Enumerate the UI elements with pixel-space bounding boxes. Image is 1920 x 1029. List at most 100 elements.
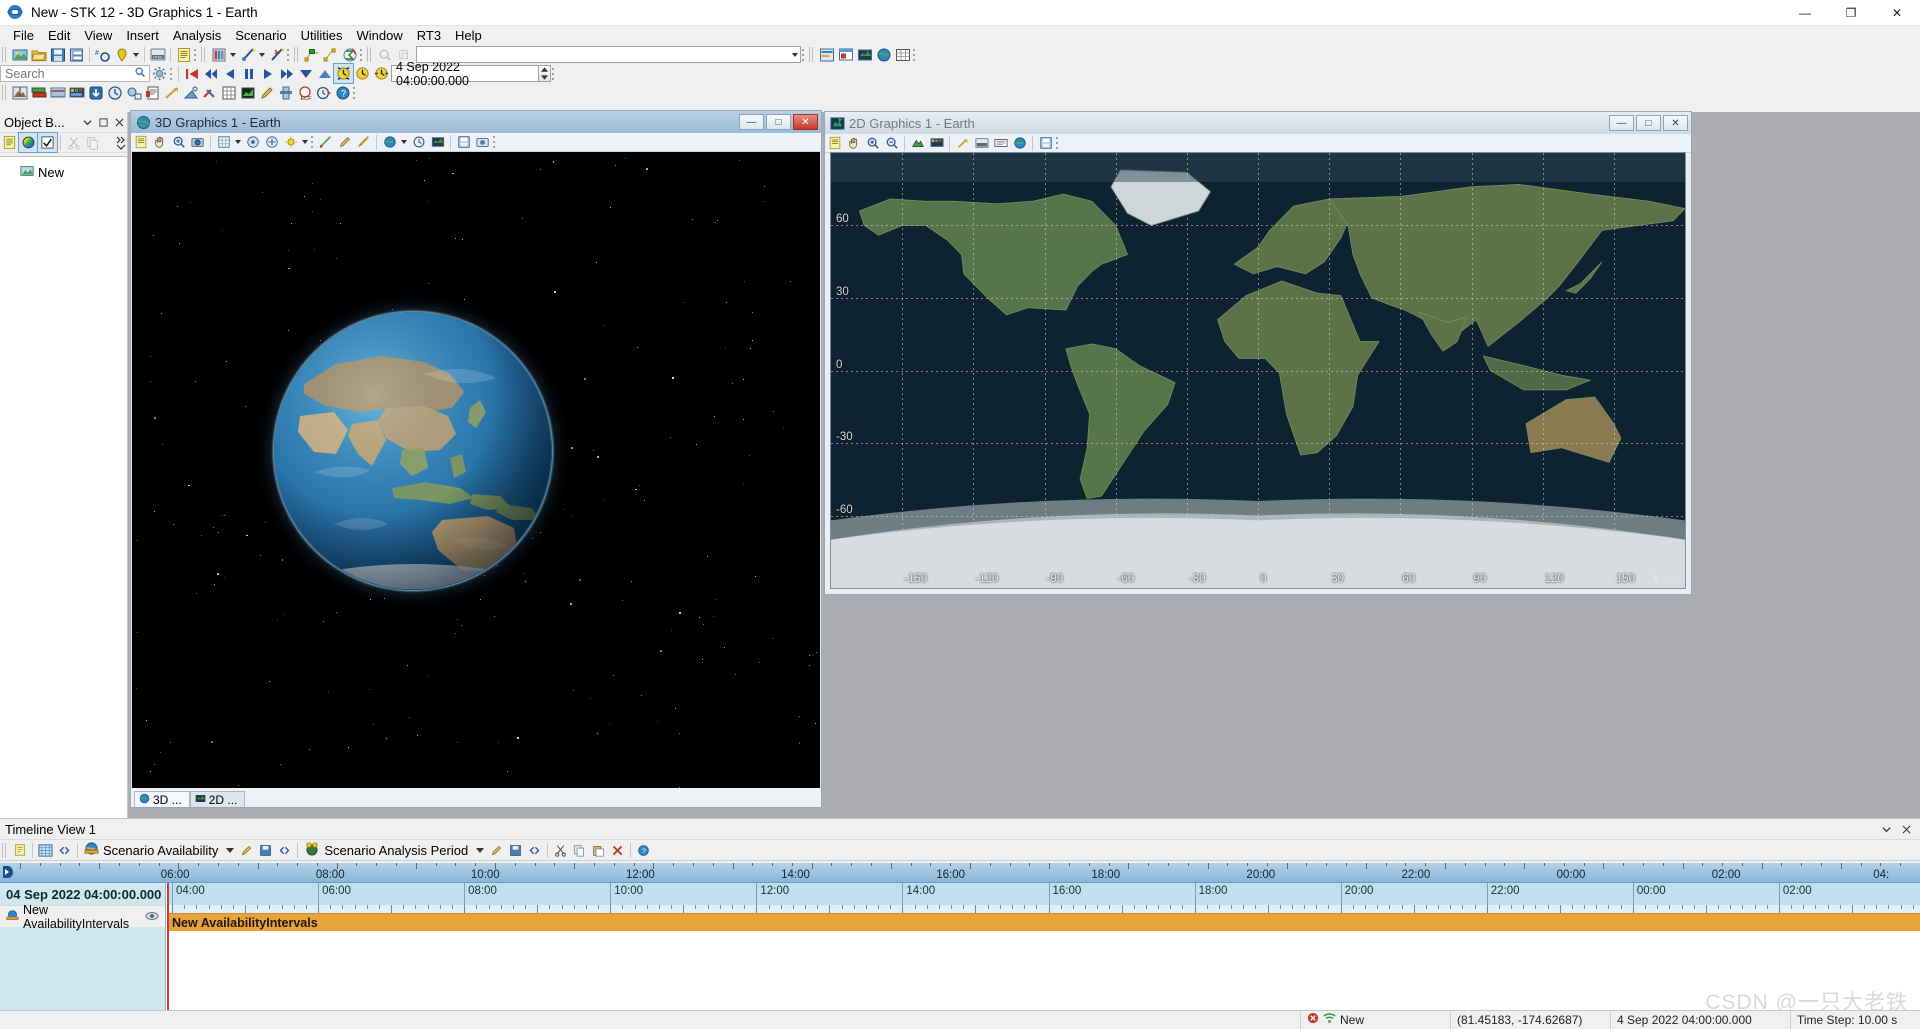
timeline-play-marker-icon[interactable]	[2, 865, 16, 883]
window-3d-caption[interactable]: 3D Graphics 1 - Earth — □ ✕	[131, 111, 821, 133]
insert-default-object-icon[interactable]	[112, 45, 131, 64]
menu-analysis[interactable]: Analysis	[166, 26, 228, 45]
window-2d-graphics[interactable]: 2D Graphics 1 - Earth — □ ✕ 60 30 0 -30 …	[824, 111, 1692, 595]
3d-graphics-icon[interactable]	[874, 45, 893, 64]
lighting-icon[interactable]	[281, 133, 300, 152]
window-3d-graphics[interactable]: 3D Graphics 1 - Earth — □ ✕ 3D ... 2D ..…	[130, 110, 822, 808]
options-icon[interactable]	[10, 841, 29, 860]
toolbar-overflow-icon[interactable]	[912, 46, 918, 63]
2d-map-viewport[interactable]: 60 30 0 -30 -60 -150 -120 -90 -60 -30 0 30 60 90 120 15…	[830, 152, 1686, 589]
grid-icon[interactable]	[219, 83, 238, 102]
vector-icon[interactable]	[162, 83, 181, 102]
toolbar-overflow-icon[interactable]	[492, 134, 498, 150]
grid-dropdown-arrow-icon[interactable]	[233, 133, 243, 152]
reset-icon[interactable]	[182, 64, 201, 83]
network-icon[interactable]	[1323, 1012, 1336, 1027]
time-spinner[interactable]	[539, 65, 551, 82]
tools-icon[interactable]	[200, 83, 219, 102]
vector-tool-icon[interactable]	[321, 45, 340, 64]
globe-icon[interactable]	[1010, 134, 1029, 153]
menu-scenario[interactable]: Scenario	[228, 26, 293, 45]
restore-icon[interactable]	[95, 114, 111, 130]
pencil-icon[interactable]	[487, 841, 506, 860]
timeline-detail-ruler[interactable]: 04:00 06:00 08:00 10:00 12:00 14:00 16:00 18:00…	[167, 883, 1920, 905]
save-icon[interactable]	[506, 841, 525, 860]
html-report-icon[interactable]: HTML	[148, 45, 167, 64]
timetool-icon[interactable]	[105, 83, 124, 102]
magnifier-icon[interactable]	[134, 66, 146, 81]
menu-file[interactable]: File	[6, 26, 41, 45]
search-input[interactable]: Search	[0, 65, 150, 82]
jump-icon[interactable]	[275, 841, 294, 860]
close-button[interactable]: ✕	[1874, 0, 1920, 26]
toolbar-grip[interactable]	[2, 842, 7, 858]
globe-icon[interactable]	[380, 133, 399, 152]
volumetric-icon[interactable]	[238, 83, 257, 102]
object-catalog-icon[interactable]	[124, 83, 143, 102]
scenario-analysis-period-dropdown[interactable]: Scenario Analysis Period	[301, 841, 487, 860]
insert-dropdown-arrow-icon[interactable]	[131, 45, 141, 64]
menu-edit[interactable]: Edit	[41, 26, 77, 45]
analysis-workbench-icon[interactable]	[340, 45, 359, 64]
zoom-in-icon[interactable]	[169, 133, 188, 152]
view-to-icon[interactable]	[262, 133, 281, 152]
checkbox-icon[interactable]	[37, 132, 58, 153]
terrain-icon[interactable]	[10, 83, 29, 102]
timeline-view-icon[interactable]	[817, 45, 836, 64]
menu-utilities[interactable]: Utilities	[294, 26, 350, 45]
menu-view[interactable]: View	[77, 26, 119, 45]
visibility-icon[interactable]	[145, 910, 159, 924]
access-icon[interactable]	[238, 45, 257, 64]
chevrons-icon[interactable]	[115, 136, 127, 150]
delete-icon[interactable]	[608, 841, 627, 860]
attitude-icon[interactable]	[276, 83, 295, 102]
save-image-icon[interactable]	[1036, 134, 1055, 153]
timeline-object-row[interactable]: New AvailabilityIntervals	[0, 903, 165, 931]
step-forward-icon[interactable]	[277, 64, 296, 83]
jump-icon[interactable]	[525, 841, 544, 860]
faster-icon[interactable]	[296, 64, 315, 83]
play-icon[interactable]	[258, 64, 277, 83]
toolbar-overflow-icon[interactable]	[551, 65, 557, 82]
toolbar-grip[interactable]	[201, 47, 206, 62]
pencil-icon[interactable]	[237, 841, 256, 860]
ruler-icon[interactable]	[354, 133, 373, 152]
globe-dropdown-arrow-icon[interactable]	[399, 133, 409, 152]
view-from-icon[interactable]	[243, 133, 262, 152]
camera-icon[interactable]	[188, 133, 207, 152]
lighting-dropdown-arrow-icon[interactable]	[300, 133, 310, 152]
copy-icon[interactable]	[570, 841, 589, 860]
html-icon[interactable]	[972, 134, 991, 153]
chevron-down-icon[interactable]	[476, 847, 485, 853]
scene-tab-2d[interactable]: 2D ...	[189, 791, 246, 807]
insert-object-icon[interactable]: #	[93, 45, 112, 64]
new-scenario-icon[interactable]	[10, 45, 29, 64]
properties-dropdown-arrow-icon[interactable]	[228, 45, 238, 64]
toolbar-grip[interactable]	[294, 47, 299, 62]
open-scenario-icon[interactable]	[29, 45, 48, 64]
menu-help[interactable]: Help	[448, 26, 489, 45]
menu-insert[interactable]: Insert	[119, 26, 166, 45]
scene-tab-3d[interactable]: 3D ...	[134, 791, 190, 807]
current-time-field[interactable]: 4 Sep 2022 04:00:00.000	[391, 60, 539, 88]
chevron-down-icon[interactable]	[79, 114, 95, 130]
timeline-playhead[interactable]	[167, 883, 169, 1010]
properties-icon[interactable]	[131, 133, 150, 152]
report-icon[interactable]	[174, 45, 193, 64]
labels-icon[interactable]	[991, 134, 1010, 153]
help-icon[interactable]: ?	[634, 841, 653, 860]
custom-time-icon[interactable]	[372, 64, 391, 83]
earth-globe[interactable]	[274, 312, 552, 590]
timeline-interval-bar[interactable]: New AvailabilityIntervals	[167, 913, 1920, 931]
toolbar-grip[interactable]	[2, 47, 7, 62]
window-3d-close[interactable]: ✕	[793, 114, 818, 130]
chevron-down-icon[interactable]	[792, 52, 798, 57]
pencil-icon[interactable]	[335, 133, 354, 152]
map-icon[interactable]	[428, 133, 447, 152]
error-icon[interactable]	[1307, 1012, 1319, 1027]
close-icon[interactable]	[111, 114, 127, 130]
download-icon[interactable]	[86, 83, 105, 102]
2d-graphics-icon[interactable]	[855, 45, 874, 64]
3d-scene-viewport[interactable]	[132, 152, 820, 788]
gear-icon[interactable]	[150, 64, 169, 83]
